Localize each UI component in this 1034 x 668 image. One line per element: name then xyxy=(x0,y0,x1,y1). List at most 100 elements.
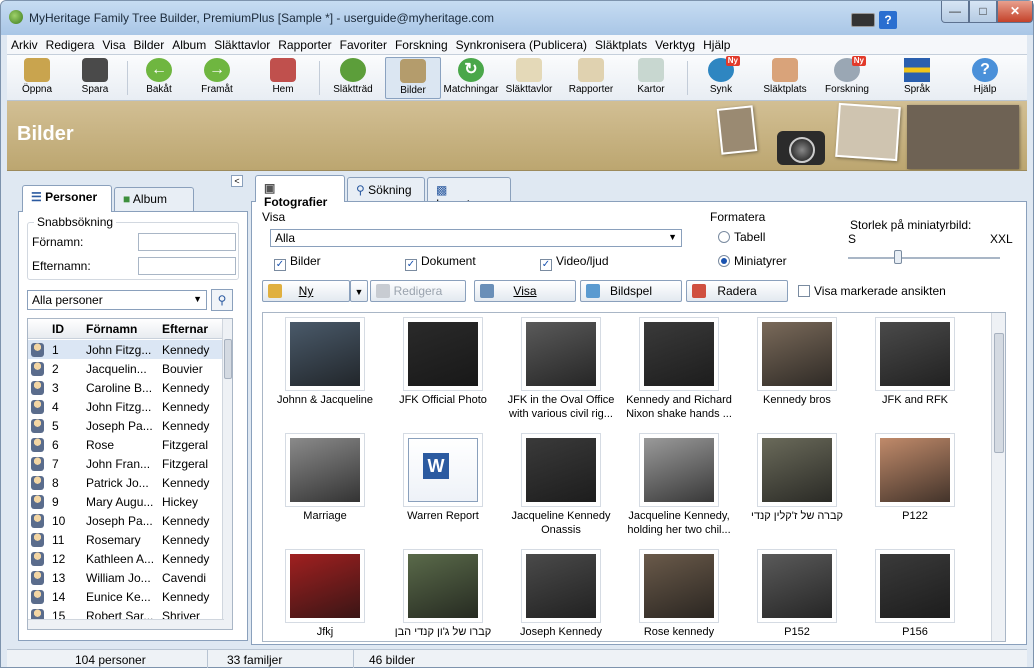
new-dropdown-button[interactable]: ▼ xyxy=(350,280,368,302)
table-row[interactable]: 7 John Fran... Fitzgeral xyxy=(28,454,224,473)
table-row[interactable]: 9 Mary Augu... Hickey xyxy=(28,492,224,511)
charts-button[interactable]: Släkttavlor xyxy=(501,57,557,99)
thumbnail-caption: Johnn & Jacqueline xyxy=(276,394,373,406)
tab-photos[interactable]: ▣ Fotografier xyxy=(255,175,345,209)
vertical-scrollbar[interactable] xyxy=(222,319,232,629)
new-button[interactable]: Ny xyxy=(262,280,350,302)
photo-thumbnail[interactable]: P122 xyxy=(856,429,974,547)
menu-forskning[interactable]: Forskning xyxy=(391,35,452,52)
keyboard-icon[interactable] xyxy=(851,13,875,27)
help-button[interactable]: ? Hjälp xyxy=(957,57,1013,99)
photo-thumbnail[interactable]: קברו של ג'ון קנדי הבן xyxy=(384,545,502,641)
back-button[interactable]: ← Bakåt xyxy=(131,57,187,99)
vertical-scrollbar[interactable] xyxy=(991,313,1005,641)
table-row[interactable]: 3 Caroline B... Kennedy xyxy=(28,378,224,397)
menu-hjalp[interactable]: Hjälp xyxy=(699,35,734,52)
slideshow-button[interactable]: Bildspel xyxy=(580,280,682,302)
col-firstname[interactable]: Förnamn xyxy=(86,322,137,336)
table-row[interactable]: 5 Joseph Pa... Kennedy xyxy=(28,416,224,435)
edit-button[interactable]: Redigera xyxy=(370,280,466,302)
menu-visa[interactable]: Visa xyxy=(98,35,129,52)
view-button[interactable]: Visa xyxy=(474,280,576,302)
familysite-button[interactable]: Släktplats xyxy=(757,57,813,99)
table-row[interactable]: 12 Kathleen A... Kennedy xyxy=(28,549,224,568)
photo-thumbnail[interactable]: JFK and RFK xyxy=(856,313,974,431)
table-row[interactable]: 11 Rosemary Kennedy xyxy=(28,530,224,549)
menu-verktyg[interactable]: Verktyg xyxy=(651,35,699,52)
tab-album[interactable]: ■ Album xyxy=(114,187,194,211)
photo-thumbnail[interactable]: Jacqueline Kennedy, holding her two chil… xyxy=(620,429,738,547)
thumbnails-radio[interactable]: Miniatyrer xyxy=(718,254,787,268)
lastname-input[interactable] xyxy=(138,257,236,275)
documents-checkbox[interactable]: ✓ Dokument xyxy=(405,254,476,271)
menu-slakttavlor[interactable]: Släkttavlor xyxy=(210,35,274,52)
delete-button[interactable]: Radera xyxy=(686,280,788,302)
photo-thumbnail[interactable]: Rose kennedy xyxy=(620,545,738,641)
table-row[interactable]: 10 Joseph Pa... Kennedy xyxy=(28,511,224,530)
scroll-thumb[interactable] xyxy=(994,333,1004,453)
photo-thumbnail[interactable]: P152 xyxy=(738,545,856,641)
menu-arkiv[interactable]: Arkiv xyxy=(7,35,42,52)
language-button[interactable]: Språk xyxy=(889,57,945,99)
size-slider-track[interactable] xyxy=(848,257,1000,259)
photo-thumbnail[interactable]: JFK Official Photo xyxy=(384,313,502,431)
table-row[interactable]: 8 Patrick Jo... Kennedy xyxy=(28,473,224,492)
photo-thumbnail[interactable]: Jfkj xyxy=(266,545,384,641)
sync-button[interactable]: Ny Synk xyxy=(693,56,749,99)
photo-thumbnail[interactable]: JFK in the Oval Office with various civi… xyxy=(502,313,620,431)
home-button[interactable]: Hem xyxy=(255,57,311,99)
show-filter-select[interactable]: Alla ▼ xyxy=(270,229,682,247)
tree-button[interactable]: Släktträd xyxy=(325,57,381,99)
maximize-button[interactable]: □ xyxy=(969,1,997,23)
minimize-button[interactable]: — xyxy=(941,1,969,23)
table-row[interactable]: 13 William Jo... Cavendi xyxy=(28,568,224,587)
people-filter-select[interactable]: Alla personer ▼ xyxy=(27,290,207,310)
video-checkbox[interactable]: ✓ Video/ljud xyxy=(540,254,609,271)
forward-button[interactable]: → Framåt xyxy=(189,57,245,99)
search-button[interactable]: ⚲ xyxy=(211,289,233,311)
horizontal-scrollbar[interactable] xyxy=(28,619,224,629)
menu-rapporter[interactable]: Rapporter xyxy=(274,35,335,52)
menu-synkronisera[interactable]: Synkronisera (Publicera) xyxy=(452,35,591,52)
firstname-input[interactable] xyxy=(138,233,236,251)
menu-bilder[interactable]: Bilder xyxy=(130,35,169,52)
photos-checkbox[interactable]: ✓ Bilder xyxy=(274,254,321,271)
research-button[interactable]: Ny Forskning xyxy=(819,56,875,99)
reports-button[interactable]: Rapporter xyxy=(563,57,619,99)
photo-thumbnail[interactable]: Marriage xyxy=(266,429,384,547)
matches-button[interactable]: ↻ Matchningar xyxy=(443,57,499,99)
table-row[interactable]: 14 Eunice Ke... Kennedy xyxy=(28,587,224,606)
table-row[interactable]: 1 John Fitzg... Kennedy xyxy=(28,340,224,359)
photo-thumbnail[interactable]: W Warren Report xyxy=(384,429,502,547)
photo-thumbnail[interactable]: Kennedy and Richard Nixon shake hands ..… xyxy=(620,313,738,431)
photo-thumbnail[interactable]: P156 xyxy=(856,545,974,641)
photo-thumbnail[interactable]: Kennedy bros xyxy=(738,313,856,431)
table-row[interactable]: 4 John Fitzg... Kennedy xyxy=(28,397,224,416)
close-button[interactable]: ✕ xyxy=(997,1,1033,23)
menu-favoriter[interactable]: Favoriter xyxy=(336,35,391,52)
save-button[interactable]: Spara xyxy=(67,57,123,99)
menu-album[interactable]: Album xyxy=(168,35,210,52)
table-row[interactable]: 2 Jacquelin... Bouvier xyxy=(28,359,224,378)
col-lastname[interactable]: Efternar xyxy=(162,322,208,336)
tab-search[interactable]: ⚲ Sökning xyxy=(347,177,425,201)
col-id[interactable]: ID xyxy=(52,322,64,336)
maps-button[interactable]: Kartor xyxy=(623,57,679,99)
photo-thumbnail[interactable]: Joseph Kennedy xyxy=(502,545,620,641)
tab-import[interactable]: ▩ Importera xyxy=(427,177,511,211)
menu-redigera[interactable]: Redigera xyxy=(42,35,99,52)
show-faces-checkbox[interactable]: Visa markerade ansikten xyxy=(798,284,946,298)
collapse-pane-button[interactable]: < xyxy=(231,175,243,187)
tab-people[interactable]: ☰ Personer xyxy=(22,185,112,212)
size-slider-thumb[interactable] xyxy=(894,250,902,264)
help-icon[interactable]: ? xyxy=(879,11,897,29)
open-button[interactable]: Öppna xyxy=(9,57,65,99)
menu-slaktplats[interactable]: Släktplats xyxy=(591,35,651,52)
table-row[interactable]: 6 Rose Fitzgeral xyxy=(28,435,224,454)
photos-button[interactable]: Bilder xyxy=(385,57,441,99)
scroll-thumb[interactable] xyxy=(224,339,232,379)
photo-thumbnail[interactable]: Jacqueline Kennedy Onassis xyxy=(502,429,620,547)
photo-thumbnail[interactable]: Johnn & Jacqueline xyxy=(266,313,384,431)
photo-thumbnail[interactable]: קברה של ז'קלין קנדי xyxy=(738,429,856,547)
table-radio[interactable]: Tabell xyxy=(718,230,765,244)
